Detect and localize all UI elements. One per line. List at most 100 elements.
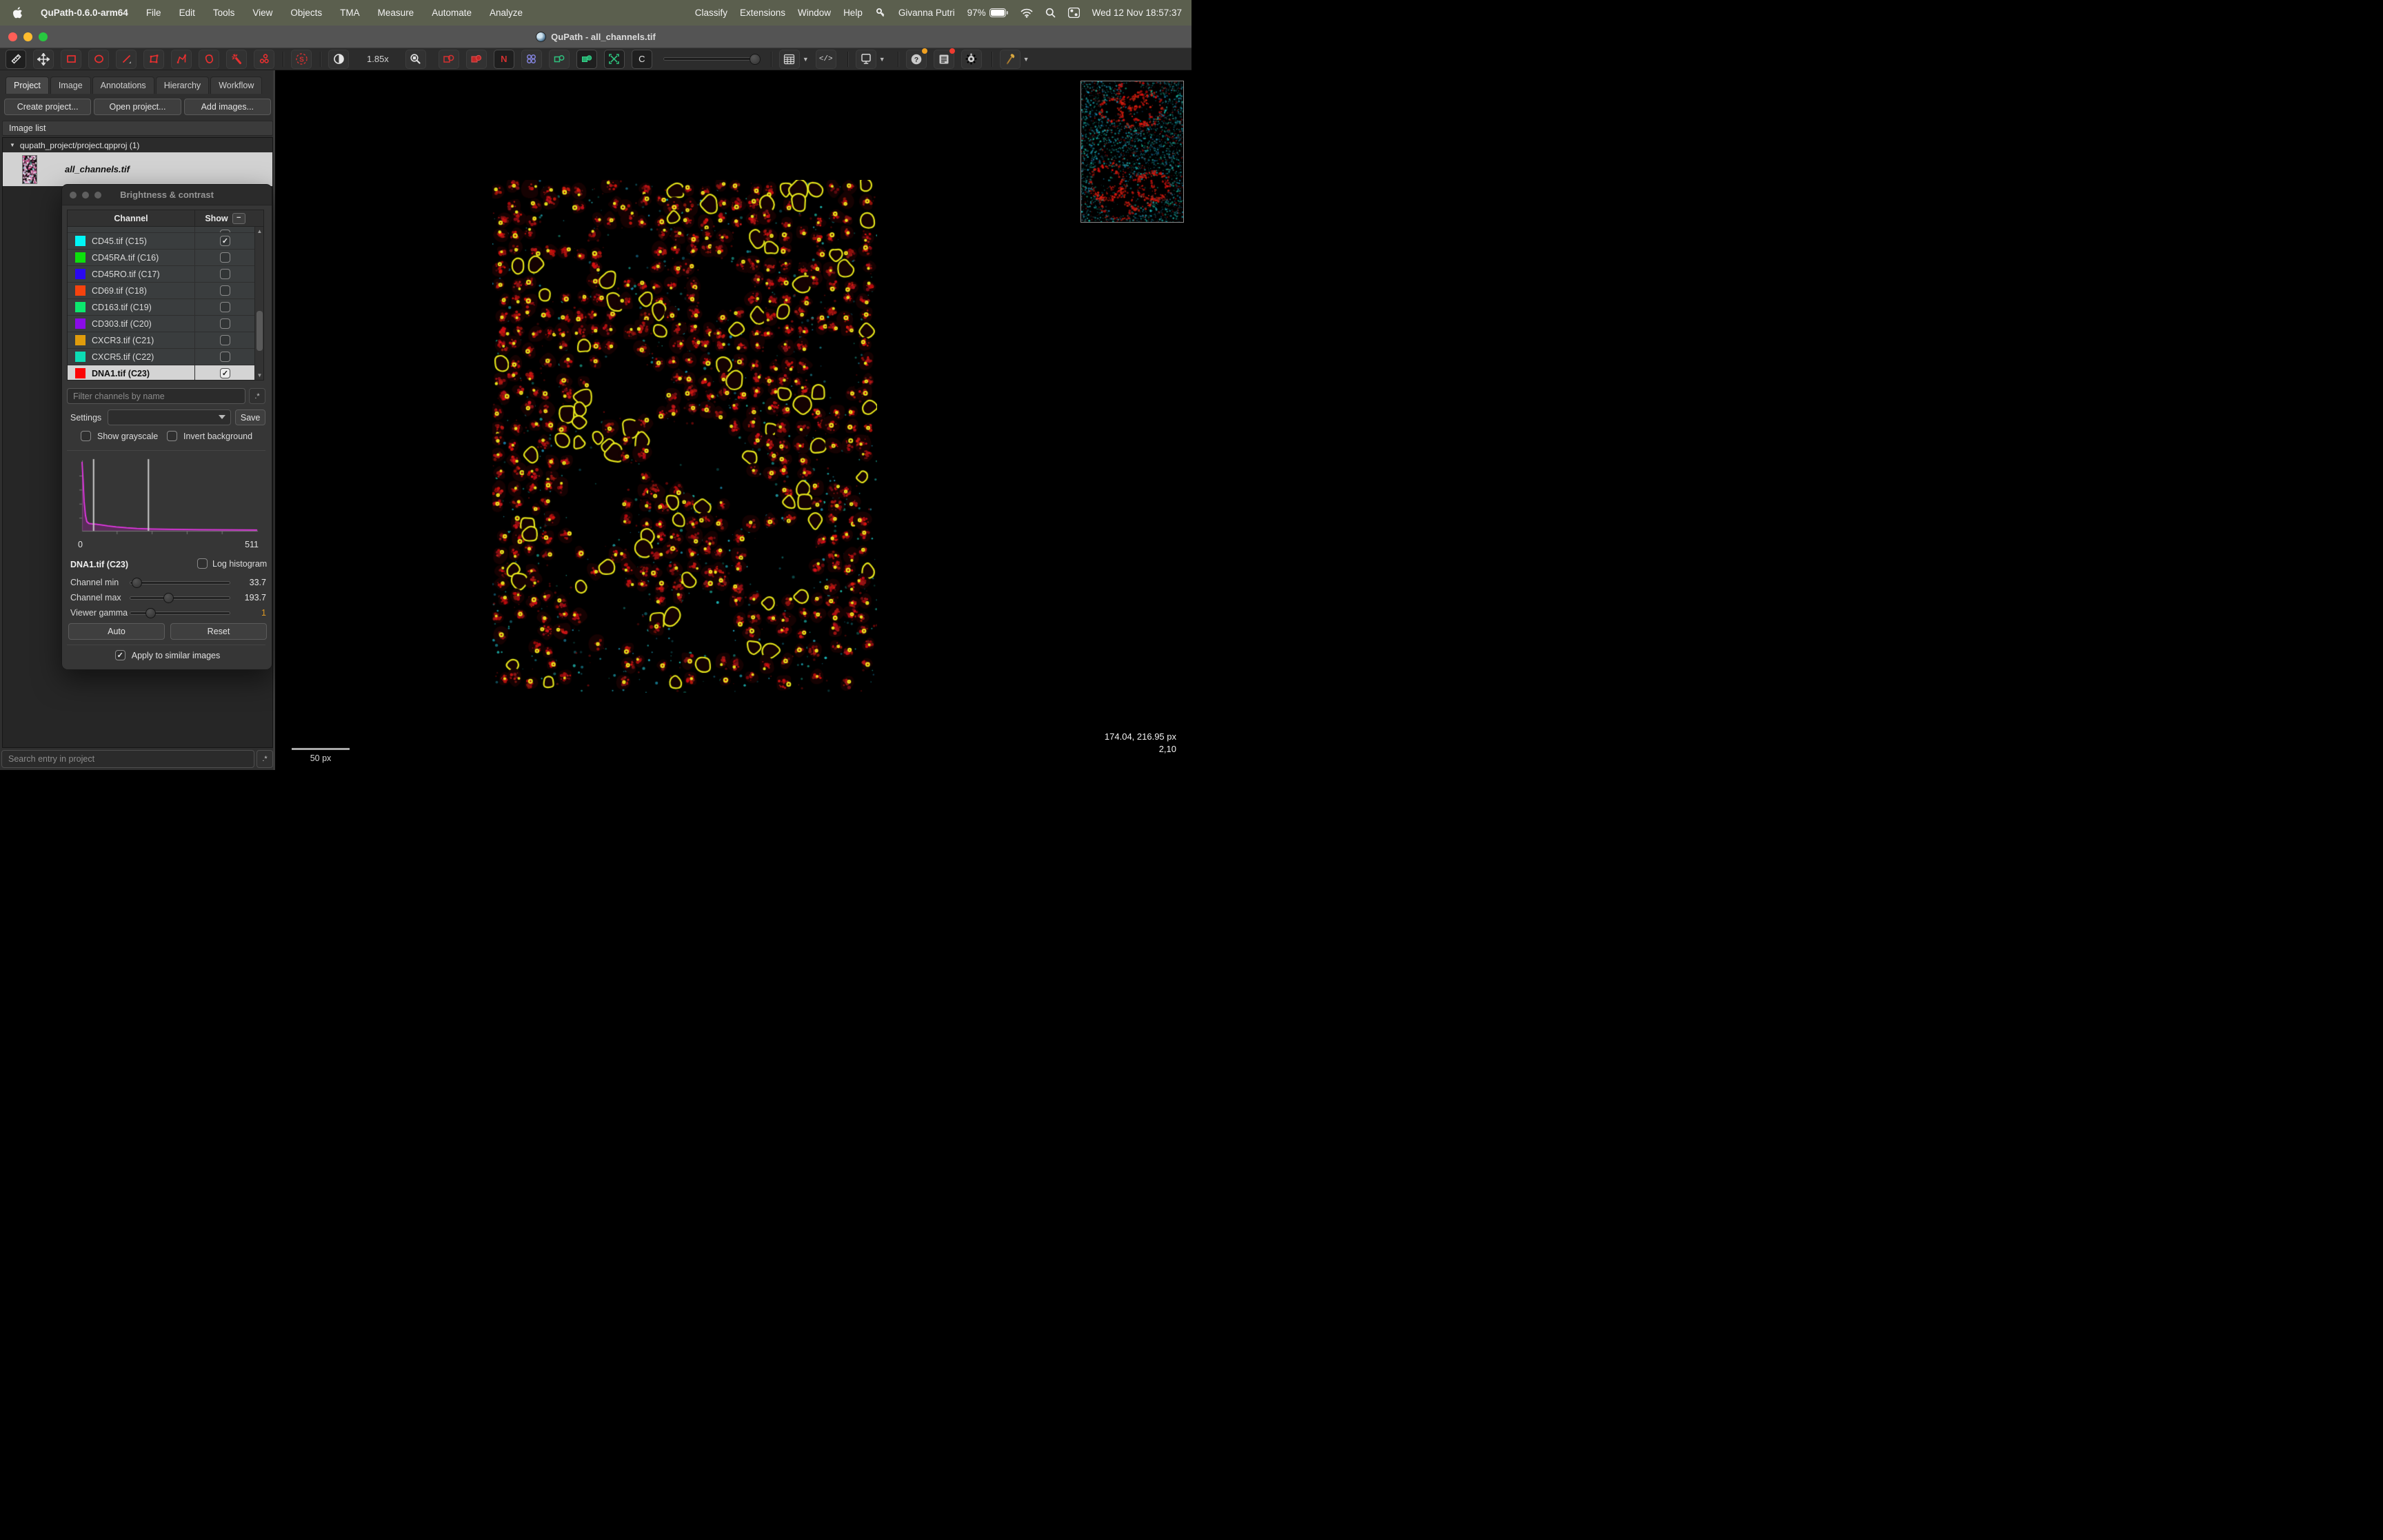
channel-column-header[interactable]: Channel: [68, 210, 195, 226]
tab-image[interactable]: Image: [50, 77, 91, 94]
channel-color-swatch[interactable]: [75, 335, 86, 345]
zoom-window-button[interactable]: [39, 32, 48, 41]
channel-show-checkbox[interactable]: [220, 252, 230, 263]
project-tree-node[interactable]: ▼ qupath_project/project.qpproj (1): [3, 138, 272, 152]
channel-show-checkbox[interactable]: [220, 302, 230, 312]
selection-mode-button[interactable]: S: [291, 50, 312, 69]
show-column-header[interactable]: Show: [205, 214, 228, 223]
wand-tool-button[interactable]: [226, 50, 247, 69]
channel-color-swatch[interactable]: [75, 318, 86, 329]
create-project-button[interactable]: Create project...: [4, 99, 91, 115]
help-button[interactable]: ?: [906, 50, 927, 69]
scroll-up-icon[interactable]: ▲: [255, 228, 264, 234]
dialog-titlebar[interactable]: Brightness & contrast: [62, 185, 272, 205]
menu-edit[interactable]: Edit: [179, 8, 195, 18]
menu-window[interactable]: Window: [798, 8, 831, 18]
show-channel-viewer-button[interactable]: C: [632, 50, 652, 69]
channel-show-checkbox[interactable]: ✓: [220, 236, 230, 246]
viewer-gamma-slider[interactable]: [130, 611, 230, 615]
show-viewer-dropdown[interactable]: ▼: [879, 56, 885, 63]
brightness-contrast-button[interactable]: [328, 50, 349, 69]
channel-min-slider[interactable]: [130, 581, 230, 585]
fill-annotations-button[interactable]: [466, 50, 487, 69]
script-editor-button[interactable]: </>: [816, 50, 836, 69]
channel-row[interactable]: CD45RA.tif (C16): [68, 250, 263, 266]
brush-tool-button[interactable]: [199, 50, 219, 69]
tab-workflow[interactable]: Workflow: [210, 77, 262, 94]
menu-measure[interactable]: Measure: [378, 8, 414, 18]
show-grayscale-option[interactable]: Show grayscale: [81, 431, 158, 441]
invert-background-option[interactable]: Invert background: [167, 431, 252, 441]
channel-show-checkbox[interactable]: [220, 269, 230, 279]
channel-show-checkbox[interactable]: [220, 352, 230, 362]
menu-classify[interactable]: Classify: [695, 8, 727, 18]
tree-expand-icon[interactable]: ▼: [10, 142, 15, 148]
move-tool-ruler-button[interactable]: [6, 50, 26, 69]
reset-button[interactable]: Reset: [170, 623, 267, 640]
apply-to-similar-option[interactable]: ✓ Apply to similar images: [62, 650, 273, 660]
show-detections-button[interactable]: [549, 50, 570, 69]
pin-tool-button[interactable]: [1000, 50, 1020, 69]
save-settings-button[interactable]: Save: [235, 409, 265, 425]
control-center-icon[interactable]: [1068, 8, 1080, 18]
pan-tool-button[interactable]: [33, 50, 54, 69]
settings-combobox[interactable]: [108, 409, 231, 425]
channel-row[interactable]: CD303.tif (C20): [68, 316, 263, 332]
overview-thumbnail[interactable]: [1080, 81, 1184, 223]
project-search-regex-button[interactable]: .*: [257, 750, 273, 768]
channel-show-checkbox[interactable]: ✓: [220, 368, 230, 378]
battery-indicator[interactable]: 97%: [967, 8, 1008, 18]
channel-row[interactable]: CD69.tif (C18): [68, 283, 263, 299]
measurement-table-dropdown[interactable]: ▼: [803, 56, 809, 63]
spotlight-icon[interactable]: [1045, 8, 1056, 18]
show-grayscale-checkbox[interactable]: [81, 431, 91, 441]
rectangle-tool-button[interactable]: [61, 50, 81, 69]
channel-max-slider-thumb[interactable]: [163, 593, 174, 603]
tissue-image-with-cell-segmentation[interactable]: [492, 180, 877, 693]
channel-show-checkbox[interactable]: [220, 285, 230, 296]
menubar-app-name[interactable]: QuPath-0.6.0-arm64: [41, 8, 128, 18]
tab-annotations[interactable]: Annotations: [92, 77, 154, 94]
channel-row[interactable]: DNA1.tif (C23)✓: [68, 365, 263, 380]
menu-file[interactable]: File: [146, 8, 161, 18]
ellipse-tool-button[interactable]: [88, 50, 109, 69]
show-annotations-button[interactable]: [439, 50, 459, 69]
minimize-window-button[interactable]: [23, 32, 32, 41]
apply-to-similar-checkbox[interactable]: ✓: [115, 650, 125, 660]
channel-color-swatch[interactable]: [75, 302, 86, 312]
channel-filter-input[interactable]: [67, 388, 245, 404]
image-list-item-selected[interactable]: all_channels.tif: [3, 152, 272, 186]
add-images-button[interactable]: Add images...: [184, 99, 271, 115]
tab-hierarchy[interactable]: Hierarchy: [156, 77, 210, 94]
image-viewer[interactable]: 50 px 174.04, 216.95 px 2,10: [275, 70, 1192, 770]
channel-color-swatch[interactable]: [75, 352, 86, 362]
wifi-icon[interactable]: [1020, 8, 1033, 18]
channel-color-swatch[interactable]: [75, 269, 86, 279]
show-log-button[interactable]: [934, 50, 954, 69]
channel-row[interactable]: CXCR3.tif (C21): [68, 332, 263, 349]
channel-color-swatch[interactable]: [75, 236, 86, 246]
channel-min-slider-thumb[interactable]: [132, 578, 142, 588]
open-project-button[interactable]: Open project...: [94, 99, 181, 115]
passwords-key-icon[interactable]: [875, 8, 886, 19]
dialog-minimize-button[interactable]: [82, 192, 89, 199]
viewer-gamma-slider-thumb[interactable]: [145, 608, 156, 618]
show-names-button[interactable]: N: [494, 50, 514, 69]
dialog-zoom-button[interactable]: [94, 192, 101, 199]
invert-background-checkbox[interactable]: [167, 431, 177, 441]
menu-help[interactable]: Help: [843, 8, 863, 18]
channel-color-swatch[interactable]: [75, 368, 86, 378]
menu-analyze[interactable]: Analyze: [490, 8, 523, 18]
menu-automate[interactable]: Automate: [432, 8, 472, 18]
menu-extensions[interactable]: Extensions: [740, 8, 785, 18]
menu-tools[interactable]: Tools: [213, 8, 235, 18]
channel-color-swatch[interactable]: [75, 285, 86, 296]
channel-row[interactable]: CXCR5.tif (C22): [68, 349, 263, 365]
project-search-input[interactable]: [1, 750, 254, 768]
opacity-slider-thumb[interactable]: [750, 54, 761, 65]
points-tool-button[interactable]: [254, 50, 274, 69]
channel-row[interactable]: CD163.tif (C19): [68, 299, 263, 316]
channel-filter-regex-button[interactable]: .*: [249, 388, 265, 404]
polyline-tool-button[interactable]: [171, 50, 192, 69]
channel-max-slider[interactable]: [130, 596, 230, 600]
